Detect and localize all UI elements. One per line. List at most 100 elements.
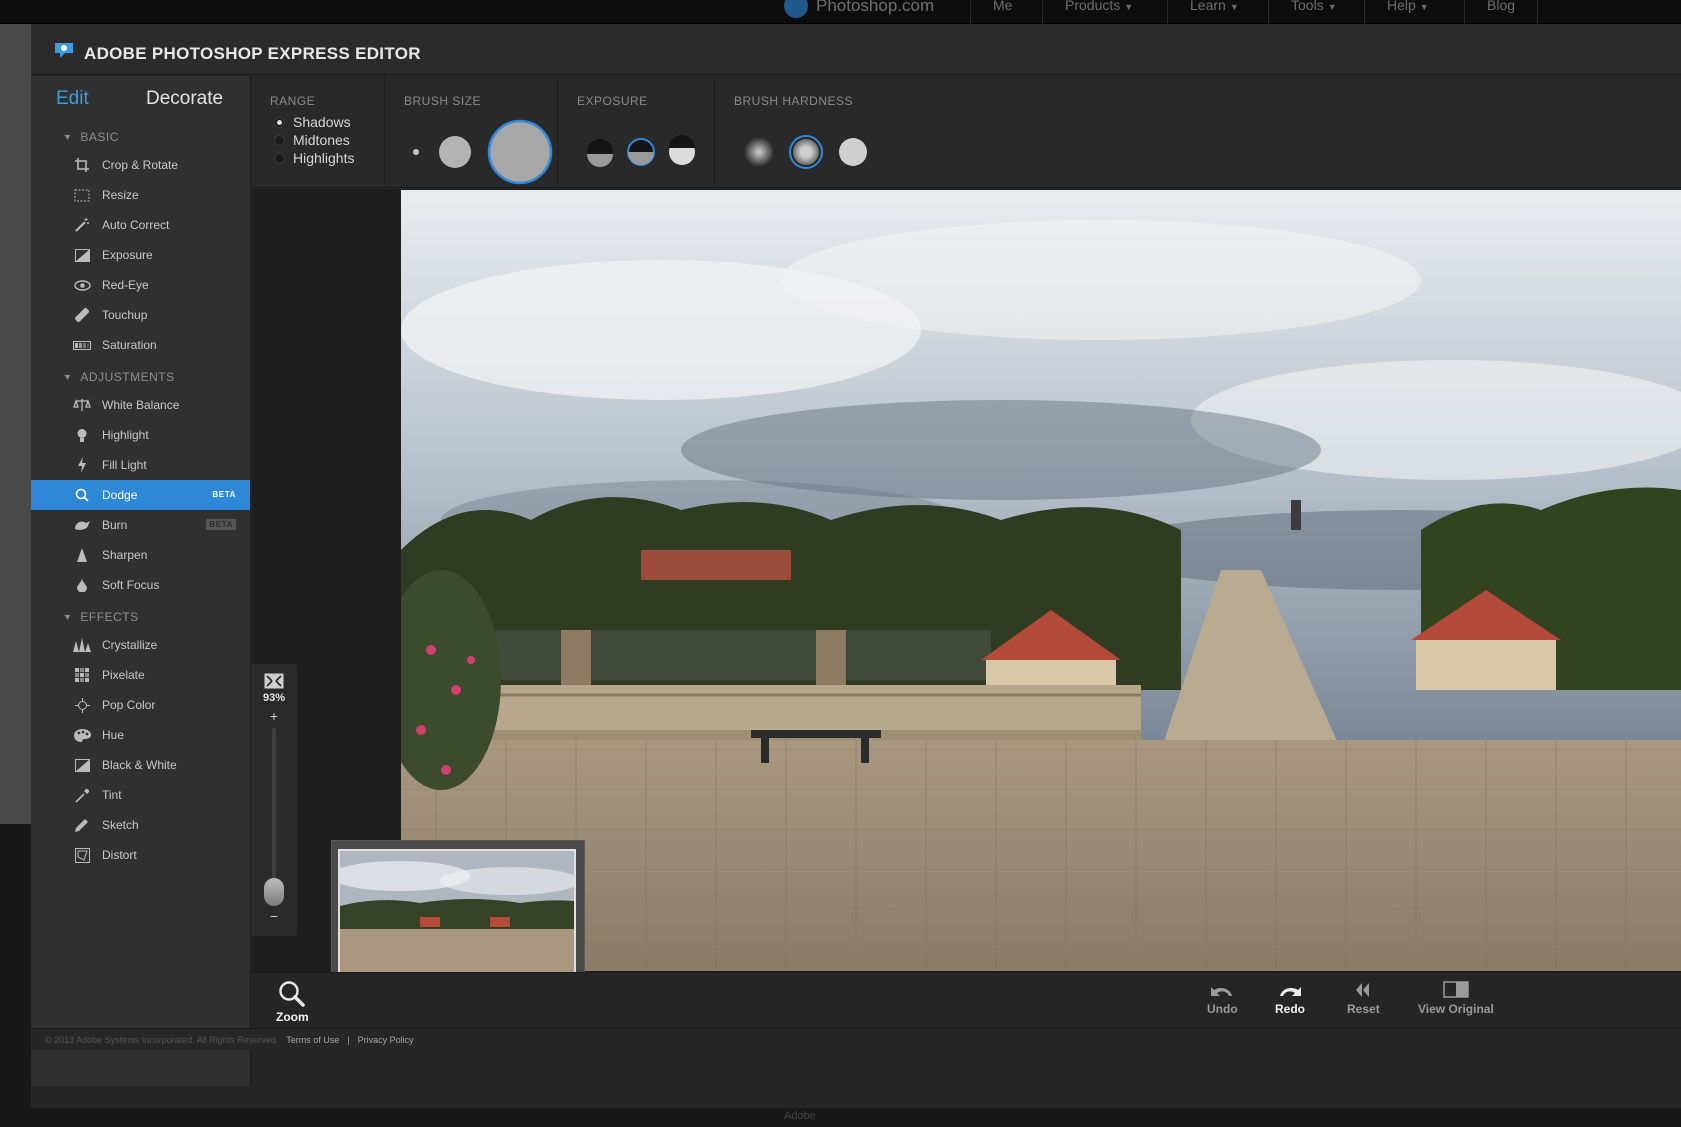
sidebar-item-crop-rotate[interactable]: Crop & Rotate	[31, 150, 250, 180]
chevron-down-icon: ▼	[1419, 2, 1429, 12]
brush-size-medium[interactable]	[439, 136, 471, 168]
eyedropper-icon	[73, 787, 91, 803]
site-logo[interactable]: Photoshop.com	[784, 0, 934, 18]
tool-options-bar: RANGE Shadows Midtones Highlights BRUSH …	[252, 76, 1681, 188]
sidebar-item-auto-correct[interactable]: Auto Correct	[31, 210, 250, 240]
sidebar-item-red-eye[interactable]: Red-Eye	[31, 270, 250, 300]
triangle-down-icon: ▼	[63, 132, 73, 142]
sidebar-item-distort[interactable]: Distort	[31, 840, 250, 870]
page-footer-strip: Adobe	[0, 1108, 1681, 1127]
sidebar-item-highlight[interactable]: Highlight	[31, 420, 250, 450]
nav-me[interactable]: Me	[970, 0, 1034, 24]
zoom-button[interactable]: Zoom	[276, 980, 309, 1024]
sidebar-item-sharpen[interactable]: Sharpen	[31, 540, 250, 570]
fit-screen-icon[interactable]	[264, 673, 284, 689]
redo-button[interactable]: Redo	[1275, 980, 1305, 1016]
exposure-swatches	[587, 135, 695, 167]
editor-footer: © 2013 Adobe Systems Incorporated. All R…	[31, 1028, 1681, 1050]
privacy-policy-link[interactable]: Privacy Policy	[358, 1035, 414, 1045]
radio-shadows[interactable]: Shadows	[274, 114, 351, 130]
terms-of-use-link[interactable]: Terms of Use	[286, 1035, 339, 1045]
chevron-down-icon: ▼	[1229, 2, 1239, 12]
section-effects[interactable]: ▼ EFFECTS	[31, 604, 250, 630]
footer-separator: |	[347, 1034, 350, 1045]
hardness-hard[interactable]	[839, 138, 867, 166]
brush-size-large[interactable]	[487, 119, 553, 185]
sidebar-item-black-white[interactable]: Black & White	[31, 750, 250, 780]
tab-edit[interactable]: Edit	[56, 88, 89, 110]
triangle-down-icon: ▼	[63, 372, 73, 382]
beta-badge: BETA	[212, 490, 236, 499]
reset-button[interactable]: Reset	[1347, 980, 1380, 1016]
magnifier-icon	[279, 981, 306, 1007]
sidebar-item-soft-focus[interactable]: Soft Focus	[31, 570, 250, 600]
exposure-high[interactable]	[669, 135, 695, 165]
photo-landscape	[401, 190, 1681, 971]
sidebar-item-exposure[interactable]: Exposure	[31, 240, 250, 270]
nav-products[interactable]: Products ▼	[1042, 0, 1155, 24]
dodge-icon	[73, 487, 91, 503]
sidebar-item-burn[interactable]: Burn BETA	[31, 510, 250, 540]
navigator-thumbnail[interactable]	[331, 840, 585, 984]
nav-tools[interactable]: Tools ▼	[1268, 0, 1359, 24]
site-logo-text: Photoshop.com	[816, 0, 935, 15]
radio-midtones[interactable]: Midtones	[274, 132, 350, 148]
sidebar-item-dodge[interactable]: Dodge BETA	[31, 480, 250, 510]
sidebar-item-crystallize[interactable]: Crystallize	[31, 630, 250, 660]
exposure-icon	[73, 247, 91, 263]
site-nav: Photoshop.com Me Products ▼ Learn ▼ Tools ▼…	[0, 0, 1681, 24]
radio-empty-icon	[274, 152, 285, 164]
navigator-preview-image	[340, 851, 574, 972]
range-options: RANGE Shadows Midtones Highlights	[252, 76, 385, 188]
lightning-icon	[73, 457, 91, 473]
exposure-low[interactable]	[587, 139, 613, 167]
radio-highlights[interactable]: Highlights	[274, 150, 354, 166]
sidebar-item-touchup[interactable]: Touchup	[31, 300, 250, 330]
zoom-in-button[interactable]: +	[251, 708, 297, 724]
nav-blog[interactable]: Blog	[1464, 0, 1539, 24]
hardness-medium[interactable]	[789, 135, 823, 169]
view-original-button[interactable]: View Original	[1418, 980, 1494, 1016]
sidebar-item-saturation[interactable]: Saturation	[31, 330, 250, 360]
hardness-soft[interactable]	[744, 137, 774, 167]
photoshop-express-icon	[55, 43, 73, 58]
sidebar-item-pixelate[interactable]: Pixelate	[31, 660, 250, 690]
eye-icon	[73, 277, 91, 293]
nav-help[interactable]: Help ▼	[1364, 0, 1451, 24]
range-label: RANGE	[270, 94, 316, 108]
sidebar-item-tint[interactable]: Tint	[31, 780, 250, 810]
nav-learn[interactable]: Learn ▼	[1167, 0, 1261, 24]
burn-icon	[73, 517, 91, 533]
page-background-left	[0, 24, 31, 824]
bandage-icon	[73, 307, 91, 323]
title-bar: ADOBE PHOTOSHOP EXPRESS EDITOR	[31, 24, 1681, 75]
sidebar-item-sketch[interactable]: Sketch	[31, 810, 250, 840]
sidebar-item-hue[interactable]: Hue	[31, 720, 250, 750]
sidebar-tabs: Edit Decorate	[31, 76, 250, 120]
tab-decorate[interactable]: Decorate	[146, 88, 223, 110]
sidebar-item-resize[interactable]: Resize	[31, 180, 250, 210]
distort-icon	[73, 847, 91, 863]
lightbulb-icon	[73, 427, 91, 443]
crystallize-icon	[73, 637, 91, 653]
split-view-icon	[1443, 981, 1469, 998]
exposure-medium[interactable]	[627, 138, 655, 166]
zoom-slider-thumb[interactable]	[264, 878, 284, 906]
redo-icon	[1280, 987, 1301, 996]
pencil-icon	[73, 817, 91, 833]
pixelate-icon	[73, 667, 91, 683]
bottom-toolbar: Zoom Undo Redo Reset View Original	[252, 972, 1681, 1028]
copyright-text: © 2013 Adobe Systems Incorporated. All R…	[45, 1034, 279, 1045]
undo-button[interactable]: Undo	[1207, 980, 1238, 1016]
sidebar-item-fill-light[interactable]: Fill Light	[31, 450, 250, 480]
photo-canvas[interactable]	[401, 190, 1681, 971]
sidebar-item-pop-color[interactable]: Pop Color	[31, 690, 250, 720]
section-adjustments[interactable]: ▼ ADJUSTMENTS	[31, 364, 250, 390]
zoom-out-button[interactable]: −	[251, 908, 297, 924]
section-basic[interactable]: ▼ BASIC	[31, 124, 250, 150]
brush-size-small[interactable]	[413, 149, 419, 155]
zoom-level: 93%	[262, 692, 286, 704]
navigator-viewport[interactable]	[338, 849, 576, 974]
brush-size-options: BRUSH SIZE	[386, 76, 558, 188]
sidebar-item-white-balance[interactable]: White Balance	[31, 390, 250, 420]
